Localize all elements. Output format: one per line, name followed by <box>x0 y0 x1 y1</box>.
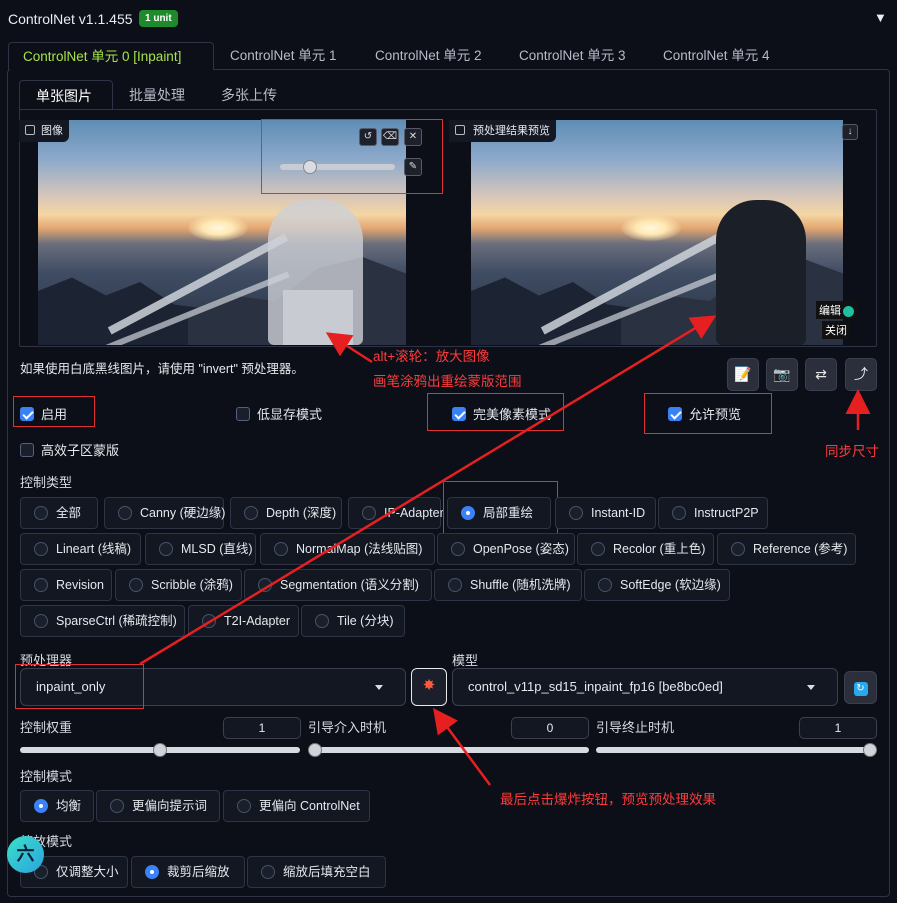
annotation-arrows <box>139 315 871 786</box>
